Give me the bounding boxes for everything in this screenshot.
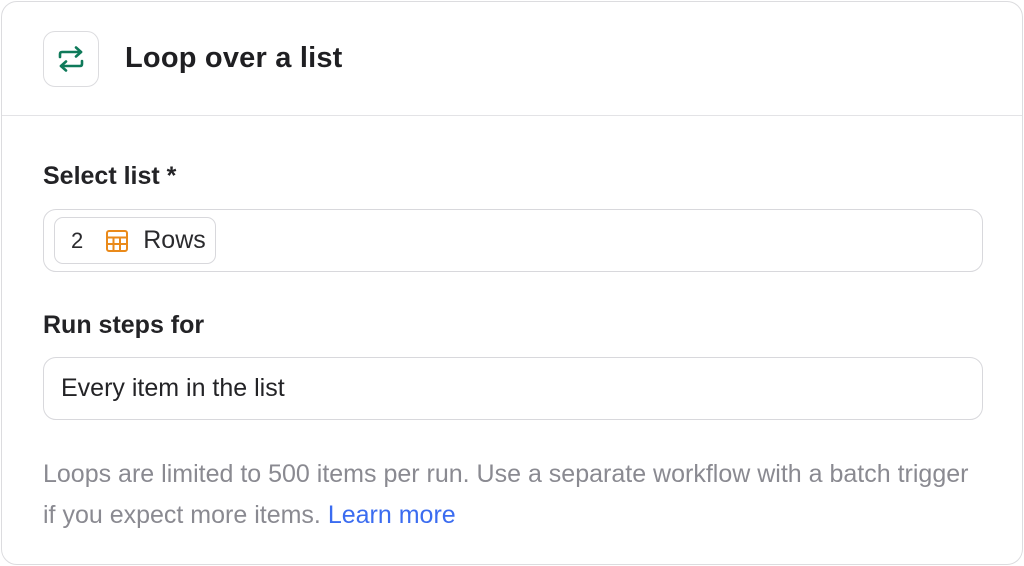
select-list-field[interactable]: 2 Rows [43,209,983,272]
select-list-label: Select list * [43,162,177,190]
helper-text: Loops are limited to 500 items per run. … [43,454,983,536]
card-title: Loop over a list [125,42,343,74]
loop-arrows-icon [43,30,99,87]
run-steps-value: Every item in the list [61,374,285,402]
loop-config-card: Loop over a list Select list * 2 Rows Ru… [1,1,1023,565]
helper-message: Loops are limited to 500 items per run. … [43,460,969,529]
list-variable-chip[interactable]: 2 Rows [54,217,216,264]
run-steps-select[interactable]: Every item in the list [43,357,983,420]
run-steps-label: Run steps for [43,311,205,339]
chip-step-number: 2 [71,227,84,253]
learn-more-link[interactable]: Learn more [328,501,456,529]
table-grid-icon [105,229,129,253]
card-header: Loop over a list [2,2,1022,116]
chip-label: Rows [143,226,206,254]
